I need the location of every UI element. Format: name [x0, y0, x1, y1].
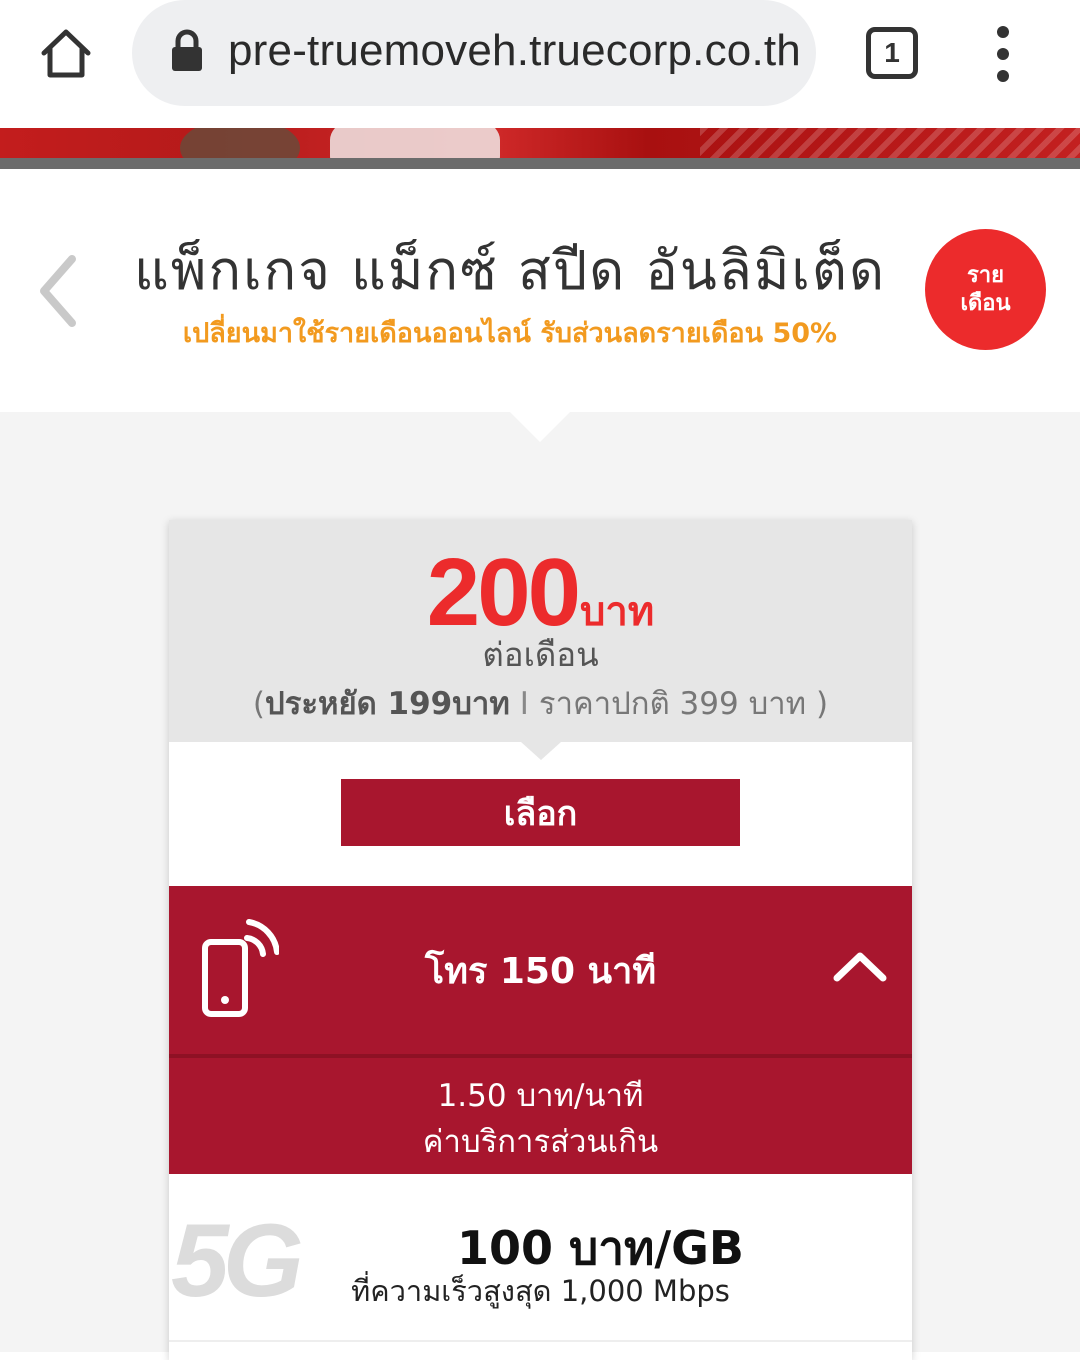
regular-price: ราคาปกติ 399 บาท )	[538, 686, 829, 722]
overage-section: 1.50 บาท/นาที ค่าบริการส่วนเกิน	[169, 1058, 912, 1174]
badge-line: ราย	[966, 263, 1005, 288]
call-section-header[interactable]: โทร 150 นาที	[169, 886, 912, 1054]
package-header: แพ็กเกจ แม็กซ์ สปีด อันลิมิเต็ด เปลี่ยนม…	[0, 169, 1080, 412]
browser-toolbar: pre-truemoveh.truecorp.co.th 1	[0, 0, 1080, 128]
package-subtitle: เปลี่ยนมาใช้รายเดือนออนไลน์ รับส่วนลดราย…	[182, 318, 838, 349]
plan-card: 200บาท ต่อเดือน (ประหยัด 199บาท I ราคาปกติ…	[169, 520, 912, 1360]
data-speed: ที่ความเร็วสูงสุด 1,000 Mbps	[351, 1274, 730, 1308]
header-pointer	[510, 412, 570, 442]
hero-banner-image	[0, 128, 1080, 158]
monthly-badge: ราย เดือน	[925, 229, 1046, 350]
home-icon	[41, 29, 91, 78]
savings-amount: ประหยัด 199บาท	[265, 686, 510, 722]
home-button[interactable]	[30, 20, 102, 86]
badge-line: เดือน	[960, 290, 1011, 316]
call-minutes-label: โทร 150 นาที	[424, 951, 657, 992]
hero-stripe-pattern	[700, 128, 1080, 158]
overage-label: ค่าบริการส่วนเกิน	[422, 1124, 659, 1160]
chevron-up-icon[interactable]	[833, 950, 887, 984]
select-button[interactable]: เลือก	[341, 779, 740, 846]
package-title: แพ็กเกจ แม็กซ์ สปีด อันลิมิเต็ด	[133, 239, 887, 302]
tab-count: 1	[884, 37, 900, 68]
tab-switcher-button[interactable]: 1	[866, 27, 918, 79]
lock-icon	[172, 29, 202, 71]
price-box: 200บาท ต่อเดือน (ประหยัด 199บาท I ราคาปกติ…	[169, 520, 912, 742]
more-vert-icon[interactable]	[988, 26, 1018, 82]
overage-rate: 1.50 บาท/นาที	[437, 1078, 644, 1114]
menu-dot	[997, 70, 1009, 82]
divider	[0, 158, 1080, 169]
menu-dot	[997, 26, 1009, 38]
address-bar[interactable]: pre-truemoveh.truecorp.co.th	[132, 0, 816, 106]
menu-dot	[997, 48, 1009, 60]
savings-line: (ประหยัด 199บาท I ราคาปกติ 399 บาท )	[169, 678, 912, 728]
per-month-label: ต่อเดือน	[482, 635, 599, 674]
hero-shirt-shape	[330, 128, 500, 158]
savings-divider: I	[519, 686, 529, 722]
hero-person-shape	[180, 128, 300, 158]
data-section: 5G 100 บาท/GB ที่ความเร็วสูงสุด 1,000 Mb…	[169, 1174, 912, 1342]
url-text: pre-truemoveh.truecorp.co.th	[228, 26, 801, 75]
price-pointer	[521, 742, 561, 760]
savings-open-paren: (	[252, 686, 266, 722]
